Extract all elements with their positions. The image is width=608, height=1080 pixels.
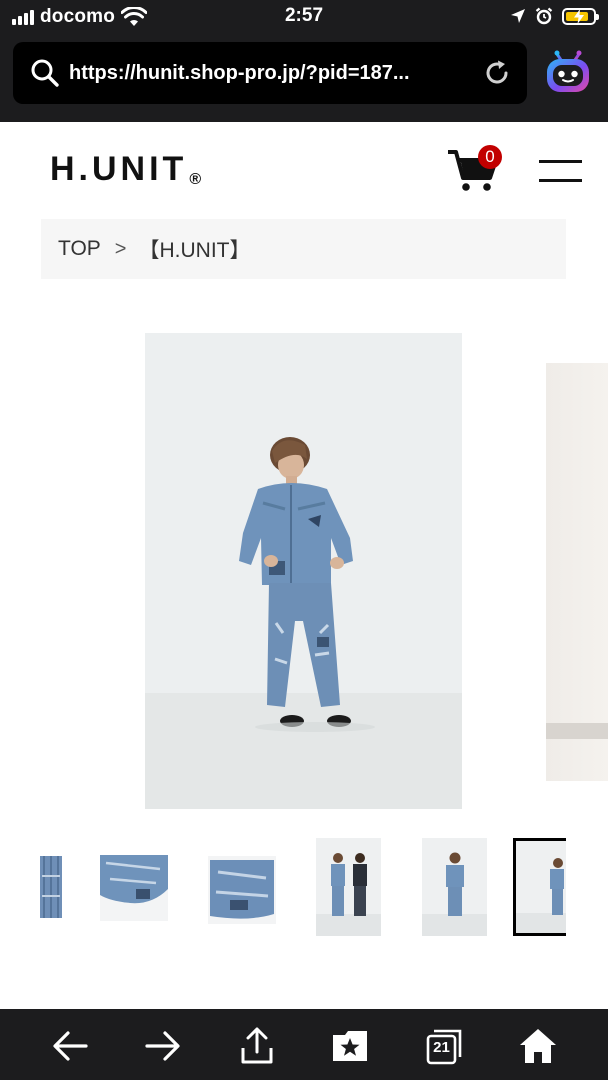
site-logo[interactable]: H.UNIT ® (50, 150, 201, 189)
search-icon (31, 59, 59, 87)
home-icon[interactable] (518, 1026, 558, 1066)
browser-toolbar: 21 (0, 1009, 608, 1080)
reload-icon[interactable] (483, 59, 511, 87)
thumbnail-6-active[interactable] (513, 838, 566, 936)
model-front-view (422, 838, 487, 936)
tab-count: 21 (433, 1039, 450, 1056)
registered-mark: ® (189, 171, 202, 188)
breadcrumb-separator: > (114, 237, 127, 260)
status-bar: docomo 2:57 (0, 0, 608, 36)
breadcrumb: TOP > 【H.UNIT】 (41, 219, 566, 279)
browser-top-bar: docomo 2:57 https://hunit.shop-pro.jp/?p… (0, 0, 608, 122)
breadcrumb-current: 【H.UNIT】 (138, 239, 251, 262)
alarm-icon (535, 7, 553, 25)
model-in-denim-jacket-and-jeans (145, 333, 462, 809)
bot-icon[interactable] (543, 48, 593, 98)
thumbnail-5[interactable] (422, 838, 487, 936)
breadcrumb-top-link[interactable]: TOP (58, 237, 101, 261)
url-text[interactable]: https://hunit.shop-pro.jp/?pid=187... (69, 62, 469, 85)
forward-arrow-icon[interactable] (143, 1026, 183, 1066)
main-product-image[interactable] (145, 333, 462, 809)
location-arrow-icon (511, 9, 525, 23)
two-models-standing (316, 838, 381, 936)
next-product-image-peek[interactable] (546, 363, 608, 781)
thumbnail-2[interactable] (100, 855, 168, 921)
thumbnail-3[interactable] (208, 856, 276, 924)
battery-icon (562, 7, 599, 25)
model-side-view (516, 841, 566, 933)
back-arrow-icon[interactable] (50, 1026, 90, 1066)
denim-detail-strip (40, 856, 62, 918)
tabs-icon[interactable]: 21 (424, 1026, 464, 1066)
thumbnail-4[interactable] (316, 838, 381, 936)
jacket-cuff-detail (210, 860, 274, 919)
url-bar[interactable]: https://hunit.shop-pro.jp/?pid=187... (13, 42, 527, 104)
share-icon[interactable] (237, 1026, 277, 1066)
bookmarks-icon[interactable] (330, 1026, 370, 1066)
cart-count-badge: 0 (478, 145, 502, 169)
thumbnail-1[interactable] (40, 856, 62, 918)
jacket-hem-detail (100, 855, 168, 904)
hamburger-menu-icon[interactable] (539, 160, 582, 182)
